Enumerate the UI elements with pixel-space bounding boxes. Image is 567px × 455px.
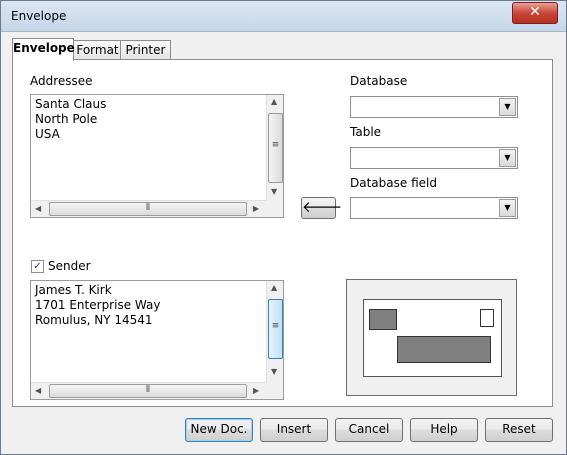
scroll-left-icon[interactable]: ◀ — [35, 386, 41, 395]
sender-block — [369, 309, 397, 330]
database-field-label: Database field — [350, 176, 437, 190]
scroll-thumb[interactable]: ⦀ — [49, 384, 247, 398]
sender-vertical-scrollbar[interactable]: ▲ ≡ ▼ — [266, 281, 283, 383]
sender-checkbox[interactable]: ✓ — [31, 260, 44, 273]
addressee-vertical-scrollbar[interactable]: ▲ ≡ ▼ — [266, 95, 283, 201]
addressee-lines: Santa Claus North Pole USA — [35, 97, 106, 142]
insert-button[interactable]: Insert — [260, 418, 328, 442]
close-icon: ✕ — [529, 4, 541, 20]
help-button[interactable]: Help — [410, 418, 478, 442]
tab-format[interactable]: Format — [73, 40, 122, 60]
sender-lines: James T. Kirk 1701 Enterprise Way Romulu… — [35, 283, 160, 328]
addressee-label: Addressee — [30, 74, 93, 88]
table-label: Table — [350, 125, 382, 139]
sender-label: Sender — [48, 259, 91, 273]
scroll-up-icon[interactable]: ▲ — [271, 97, 277, 106]
chevron-down-icon[interactable]: ▼ — [499, 149, 516, 167]
tab-printer[interactable]: Printer — [120, 40, 171, 60]
stamp-block — [480, 309, 494, 327]
scroll-left-icon[interactable]: ◀ — [35, 204, 41, 213]
table-select[interactable]: ▼ — [350, 147, 518, 169]
addressee-block — [397, 336, 491, 363]
addressee-line: Santa Claus — [35, 97, 107, 111]
addressee-line: USA — [35, 127, 60, 141]
sender-textbox[interactable]: James T. Kirk 1701 Enterprise Way Romulu… — [30, 280, 284, 400]
scroll-thumb[interactable]: ≡ — [268, 299, 283, 359]
database-label: Database — [350, 74, 408, 88]
scroll-up-icon[interactable]: ▲ — [271, 283, 277, 292]
sender-line: James T. Kirk — [35, 283, 112, 297]
scroll-right-icon[interactable]: ▶ — [253, 386, 259, 395]
new-doc-button[interactable]: New Doc. — [185, 418, 253, 442]
insert-field-button[interactable]: 🡐 — [301, 197, 342, 219]
sender-line: Romulus, NY 14541 — [35, 313, 153, 327]
title-bar: Envelope ✕ — [1, 1, 566, 32]
window-title: Envelope — [11, 9, 67, 23]
chevron-down-icon[interactable]: ▼ — [499, 199, 516, 217]
cancel-button[interactable]: Cancel — [335, 418, 403, 442]
scroll-down-icon[interactable]: ▼ — [271, 187, 277, 196]
scroll-thumb[interactable]: ≡ — [268, 113, 283, 183]
addressee-horizontal-scrollbar[interactable]: ◀ ⦀ ▶ — [31, 200, 267, 217]
envelope-graphic — [363, 299, 502, 377]
scroll-down-icon[interactable]: ▼ — [271, 367, 277, 376]
database-select[interactable]: ▼ — [350, 96, 518, 118]
arrow-left-icon: 🡐 — [302, 198, 343, 216]
addressee-textbox[interactable]: Santa Claus North Pole USA ▲ ≡ ▼ ◀ ⦀ ▶ — [30, 94, 284, 218]
tab-envelope[interactable]: Envelope — [12, 38, 75, 61]
addressee-line: North Pole — [35, 112, 98, 126]
sender-horizontal-scrollbar[interactable]: ◀ ⦀ ▶ — [31, 382, 267, 399]
close-button[interactable]: ✕ — [512, 2, 558, 24]
sender-line: 1701 Enterprise Way — [35, 298, 161, 312]
reset-button[interactable]: Reset — [485, 418, 553, 442]
envelope-preview — [346, 279, 517, 396]
database-field-select[interactable]: ▼ — [350, 197, 518, 219]
scroll-thumb[interactable]: ⦀ — [49, 202, 247, 216]
chevron-down-icon[interactable]: ▼ — [499, 98, 516, 116]
scroll-right-icon[interactable]: ▶ — [253, 204, 259, 213]
envelope-dialog: Envelope ✕ Envelope Format Printer Addre… — [0, 0, 567, 455]
